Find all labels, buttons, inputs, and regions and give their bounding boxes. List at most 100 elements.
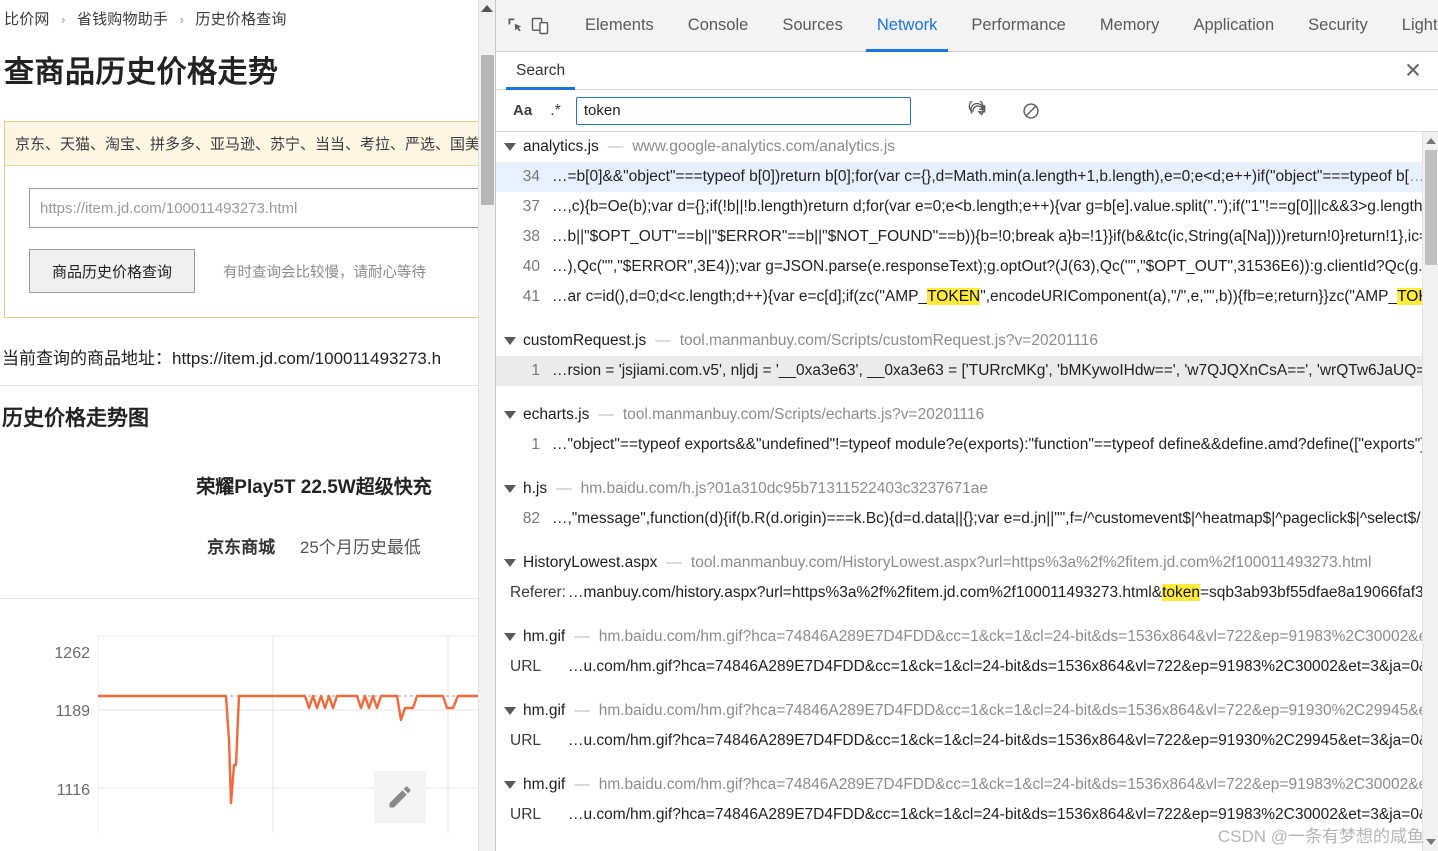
chart-header: 荣耀Play5T 22.5W超级快充 京东商城 25个月历史最低 bbox=[0, 472, 478, 558]
result-line[interactable]: URL …u.com/hm.gif?hca=74846A289E7D4FDD&cc… bbox=[496, 652, 1422, 682]
caret-down-icon[interactable] bbox=[504, 559, 516, 567]
current-url-value: https://item.jd.com/100011493273.h bbox=[172, 349, 442, 368]
query-price-history-button[interactable]: 商品历史价格查询 bbox=[29, 249, 196, 293]
result-line[interactable]: 1 …rsion = 'jsjiami.com.v5', nljdj = '__0… bbox=[496, 356, 1422, 386]
result-line[interactable]: 82 …,"message",function(d){if(b.R(d.origi… bbox=[496, 504, 1422, 534]
result-group-header[interactable]: hm.gif—hm.baidu.com/hm.gif?cc=1&ck=1&cl=… bbox=[496, 844, 1422, 851]
y-axis-tick-0: 1262 bbox=[54, 645, 90, 662]
search-results-list[interactable]: analytics.js — www.google-analytics.com/an… bbox=[496, 132, 1422, 851]
breadcrumb-item-2[interactable]: 历史价格查询 bbox=[195, 11, 286, 28]
results-scrollbar[interactable] bbox=[1422, 132, 1438, 851]
close-icon[interactable]: ✕ bbox=[1402, 60, 1424, 81]
tab-network[interactable]: Network bbox=[860, 0, 955, 52]
result-group-header[interactable]: hm.gif — hm.baidu.com/hm.gif?hca=74846A289… bbox=[496, 770, 1422, 800]
scroll-up-arrow-icon[interactable] bbox=[1425, 138, 1436, 144]
pencil-icon bbox=[389, 786, 411, 808]
result-group-header[interactable]: customRequest.js — tool.manmanbuy.com/Scri… bbox=[496, 326, 1422, 356]
chart-section-title: 历史价格走势图 bbox=[2, 407, 149, 430]
caret-down-icon[interactable] bbox=[504, 781, 516, 789]
result-line-code: …manbuy.com/history.aspx?url=https%3a%2f… bbox=[568, 584, 1422, 601]
product-name: 荣耀Play5T 22.5W超级快充 bbox=[196, 477, 432, 498]
price-history-chart: 1262 1189 1116 bbox=[0, 598, 480, 833]
result-line-number: 1 bbox=[531, 362, 540, 379]
dash-separator: — bbox=[556, 480, 572, 497]
caret-down-icon[interactable] bbox=[504, 411, 516, 419]
result-group-header[interactable]: hm.gif — hm.baidu.com/hm.gif?hca=74846A289… bbox=[496, 622, 1422, 652]
regex-toggle[interactable]: .* bbox=[541, 102, 570, 120]
result-file-name: echarts.js bbox=[523, 406, 590, 423]
result-line[interactable]: URL …u.com/hm.gif?hca=74846A289E7D4FDD&cc… bbox=[496, 726, 1422, 756]
clear-icon[interactable] bbox=[1016, 96, 1046, 126]
inspect-element-icon[interactable] bbox=[506, 9, 526, 43]
tab-memory[interactable]: Memory bbox=[1083, 0, 1177, 52]
query-hint-text: 有时查询会比较慢，请耐心等待 bbox=[223, 264, 427, 281]
result-line-code: …u.com/hm.gif?hca=74846A289E7D4FDD&cc=1&… bbox=[568, 658, 1422, 675]
tab-performance[interactable]: Performance bbox=[954, 0, 1082, 52]
result-file-name: analytics.js bbox=[523, 138, 599, 155]
devtools-drawer-tabbar: Search ✕ bbox=[496, 52, 1438, 90]
scroll-down-arrow-icon[interactable] bbox=[1425, 839, 1436, 845]
caret-down-icon[interactable] bbox=[504, 143, 516, 151]
result-line-number: 1 bbox=[531, 436, 540, 453]
result-line[interactable]: Referer: …manbuy.com/history.aspx?url=htt… bbox=[496, 578, 1422, 608]
result-group: HistoryLowest.aspx — tool.manmanbuy.com/Hi… bbox=[496, 548, 1422, 608]
result-line[interactable]: 1 …"object"==typeof exports&&"undefined"!… bbox=[496, 430, 1422, 460]
tab-console[interactable]: Console bbox=[671, 0, 766, 52]
result-line[interactable]: 38 …b||"$OPT_OUT"==b||"$ERROR"==b||"$NOT_… bbox=[496, 222, 1422, 252]
result-line[interactable]: URL …u.com/hm.gif?hca=74846A289E7D4FDD&cc… bbox=[496, 800, 1422, 830]
result-file-name: customRequest.js bbox=[523, 332, 647, 349]
page-scrollbar-thumb[interactable] bbox=[481, 55, 494, 205]
result-line-code: …"object"==typeof exports&&"undefined"!=… bbox=[552, 436, 1422, 453]
match-case-toggle[interactable]: Aa bbox=[504, 102, 541, 119]
caret-down-icon[interactable] bbox=[504, 337, 516, 345]
search-input[interactable] bbox=[575, 96, 911, 125]
results-scrollbar-thumb[interactable] bbox=[1425, 150, 1437, 265]
devtools-panel: Elements Console Sources Network Perform… bbox=[495, 0, 1438, 851]
result-file-url: tool.manmanbuy.com/Scripts/echarts.js?v=… bbox=[622, 406, 985, 423]
breadcrumb-item-0[interactable]: 比价网 bbox=[4, 11, 50, 28]
result-group: hm.gif — hm.baidu.com/hm.gif?hca=74846A289… bbox=[496, 770, 1422, 830]
y-axis-tick-1: 1189 bbox=[55, 703, 90, 720]
result-group-header[interactable]: h.js — hm.baidu.com/h.js?01a310dc95b713115… bbox=[496, 474, 1422, 504]
caret-down-icon[interactable] bbox=[504, 633, 516, 641]
search-toolbar: Aa .* bbox=[496, 90, 1438, 132]
tab-elements[interactable]: Elements bbox=[568, 0, 671, 52]
result-file-url: hm.baidu.com/hm.gif?hca=74846A289E7D4FDD… bbox=[598, 702, 1422, 719]
scroll-up-arrow-icon[interactable] bbox=[481, 5, 493, 12]
result-line[interactable]: 34 …=b[0]&&"object"===typeof b[0])return … bbox=[496, 162, 1422, 192]
device-toolbar-icon[interactable] bbox=[530, 9, 550, 43]
result-line-code: …=b[0]&&"object"===typeof b[0])return b[… bbox=[552, 168, 1422, 186]
result-group-header[interactable]: HistoryLowest.aspx — tool.manmanbuy.com/Hi… bbox=[496, 548, 1422, 578]
result-group-header[interactable]: hm.gif — hm.baidu.com/hm.gif?hca=74846A289… bbox=[496, 696, 1422, 726]
breadcrumb-item-1[interactable]: 省钱购物助手 bbox=[77, 11, 168, 28]
devtools-tabbar: Elements Console Sources Network Perform… bbox=[496, 0, 1438, 52]
caret-down-icon[interactable] bbox=[504, 485, 516, 493]
drawer-tab-search[interactable]: Search bbox=[504, 52, 577, 90]
tab-security[interactable]: Security bbox=[1291, 0, 1385, 52]
page-scrollbar[interactable] bbox=[478, 0, 495, 851]
search-match-highlight: TOKEN bbox=[927, 288, 981, 305]
result-file-name: hm.gif bbox=[523, 702, 566, 719]
product-url-input[interactable] bbox=[29, 188, 495, 228]
result-line[interactable]: 37 …,c){b=Oe(b);var d={};if(!b||!b.length… bbox=[496, 192, 1422, 222]
result-line[interactable]: 40 …),Qc("","$ERROR",3E4));var g=JSON.par… bbox=[496, 252, 1422, 282]
edit-chart-button[interactable] bbox=[374, 771, 426, 823]
result-line-code: …rsion = 'jsjiami.com.v5', nljdj = '__0x… bbox=[552, 362, 1422, 379]
tab-sources[interactable]: Sources bbox=[765, 0, 860, 52]
refresh-icon[interactable] bbox=[963, 96, 993, 126]
tab-application[interactable]: Application bbox=[1176, 0, 1291, 52]
query-panel: 京东、天猫、淘宝、拼多多、亚马逊、苏宁、当当、考拉、严选、国美等 商品历史价格查… bbox=[4, 121, 495, 318]
result-file-name: h.js bbox=[523, 480, 548, 497]
shop-name: 京东商城 bbox=[207, 538, 276, 557]
caret-down-icon[interactable] bbox=[504, 707, 516, 715]
result-line-number: Referer: bbox=[510, 584, 566, 601]
tab-lighthouse[interactable]: Lighthouse bbox=[1385, 0, 1438, 52]
result-group-header[interactable]: echarts.js — tool.manmanbuy.com/Scripts/ec… bbox=[496, 400, 1422, 430]
result-line[interactable]: 41 …ar c=id(),d=0;d<c.length;d++){var e=c… bbox=[496, 282, 1422, 312]
result-group-header[interactable]: analytics.js — www.google-analytics.com/an… bbox=[496, 132, 1422, 162]
result-line-number: 41 bbox=[522, 288, 540, 305]
